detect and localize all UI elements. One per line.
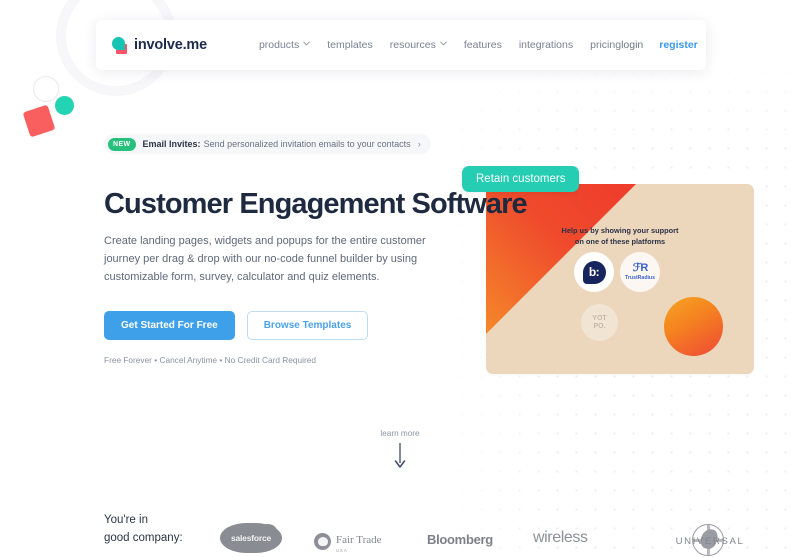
nav-item-pricing-label: pricing	[590, 39, 622, 51]
announcement-banner[interactable]: NEW Email Invites: Send personalized inv…	[104, 134, 431, 154]
nav-item-pricing[interactable]: pricing	[590, 39, 621, 51]
login-link[interactable]: login	[621, 39, 643, 51]
hero-cta-row: Get Started For Free Browse Templates	[104, 310, 474, 340]
register-link[interactable]: register	[659, 39, 698, 51]
yotpo-logo-line2: PO.	[593, 322, 606, 330]
customer-logos-section: You're in good company: salesforce Fair …	[0, 512, 800, 557]
card-support-heading-line2: on one of these platforms	[574, 236, 666, 246]
yotpo-logo-line1: YOT	[592, 315, 607, 323]
universal-logo-icon: UNIVERSAL	[650, 524, 770, 557]
fair-trade-logo-icon: Fair Trade USA	[314, 530, 382, 553]
hero-subtitle: Create landing pages, widgets and popups…	[104, 235, 426, 284]
landing-page: involve.me products templates resources …	[0, 0, 800, 557]
learn-more-section[interactable]: learn more	[0, 429, 800, 474]
chevron-right-icon: ›	[417, 139, 421, 149]
trustradius-label: TrustRadius	[625, 275, 655, 281]
brand-name: involve.me	[134, 37, 207, 53]
nav-item-features-label: features	[463, 39, 502, 51]
yotpo-badge[interactable]: YOT PO.	[581, 304, 618, 341]
nav-item-products-label: products	[258, 39, 300, 51]
company-strip-label-line2: good company:	[104, 531, 183, 544]
announcement-title: Email Invites:	[142, 139, 201, 149]
brand-logo[interactable]: involve.me	[112, 36, 207, 54]
decorative-ring-circle	[33, 76, 59, 102]
browse-templates-button[interactable]: Browse Templates	[246, 310, 369, 340]
universal-logo-text: UNIVERSAL	[675, 536, 745, 547]
bloomberg-logo-text: Bloomberg	[427, 532, 493, 547]
wireless-logo-icon: wireless	[533, 529, 588, 547]
nav-item-features[interactable]: features	[464, 39, 502, 51]
nav-item-templates[interactable]: templates	[327, 39, 373, 51]
nav-item-resources[interactable]: resources	[390, 39, 447, 51]
salesforce-logo-icon: salesforce	[220, 523, 282, 553]
get-started-button[interactable]: Get Started For Free	[104, 310, 235, 340]
birdeye-badge[interactable]: b:	[574, 252, 614, 292]
main-navbar: involve.me products templates resources …	[96, 20, 706, 70]
card-support-heading-line1: Help us by showing your support	[561, 226, 679, 235]
birdeye-logo-icon: b:	[582, 260, 606, 284]
decorative-teal-circle	[55, 96, 74, 115]
bloomberg-logo-icon: Bloomberg	[427, 532, 493, 547]
hero-cta-note: Free Forever • Cancel Anytime • No Credi…	[104, 354, 316, 365]
company-strip-label-line1: You're in	[104, 514, 148, 526]
nav-item-products[interactable]: products	[259, 39, 310, 51]
arrow-down-icon	[394, 443, 406, 474]
nav-item-integrations[interactable]: integrations	[519, 39, 573, 51]
nav-auth-actions: login register	[621, 39, 698, 51]
fair-trade-logo-subtext: USA	[336, 548, 348, 553]
platform-badge-row: b: ℱR TrustRadius	[574, 252, 660, 292]
card-support-heading: Help us by showing your support on one o…	[486, 226, 754, 247]
company-strip-label: You're in good company:	[104, 512, 183, 548]
retain-customers-badge[interactable]: Retain customers	[462, 166, 580, 192]
nav-item-templates-label: templates	[327, 39, 373, 51]
hero-content: Customer Engagement Software Create land…	[104, 188, 528, 365]
chevron-down-icon	[303, 41, 310, 48]
company-logo-list: salesforce Fair Trade USA Bloomberg wire…	[215, 518, 755, 557]
involve-me-logo-icon	[112, 36, 129, 54]
chevron-down-icon	[440, 41, 447, 48]
announcement-text: Send personalized invitation emails to y…	[203, 139, 411, 149]
trustradius-badge[interactable]: ℱR TrustRadius	[620, 252, 660, 292]
trustradius-logo-icon: ℱR	[632, 262, 649, 274]
nav-item-integrations-label: integrations	[518, 39, 574, 51]
nav-links: products templates resources features in…	[259, 39, 621, 51]
nav-item-resources-label: resources	[389, 39, 436, 51]
wireless-logo-text: wireless	[533, 529, 588, 546]
fair-trade-mark-icon	[314, 533, 331, 550]
decorative-orange-gradient-circle	[664, 297, 723, 356]
salesforce-logo-text: salesforce	[230, 533, 272, 543]
decorative-red-square	[22, 104, 56, 138]
announcement-new-badge: NEW	[108, 137, 136, 151]
fair-trade-logo-text: Fair Trade	[336, 534, 382, 546]
learn-more-label: learn more	[380, 429, 420, 438]
page-title: Customer Engagement Software	[104, 188, 528, 220]
